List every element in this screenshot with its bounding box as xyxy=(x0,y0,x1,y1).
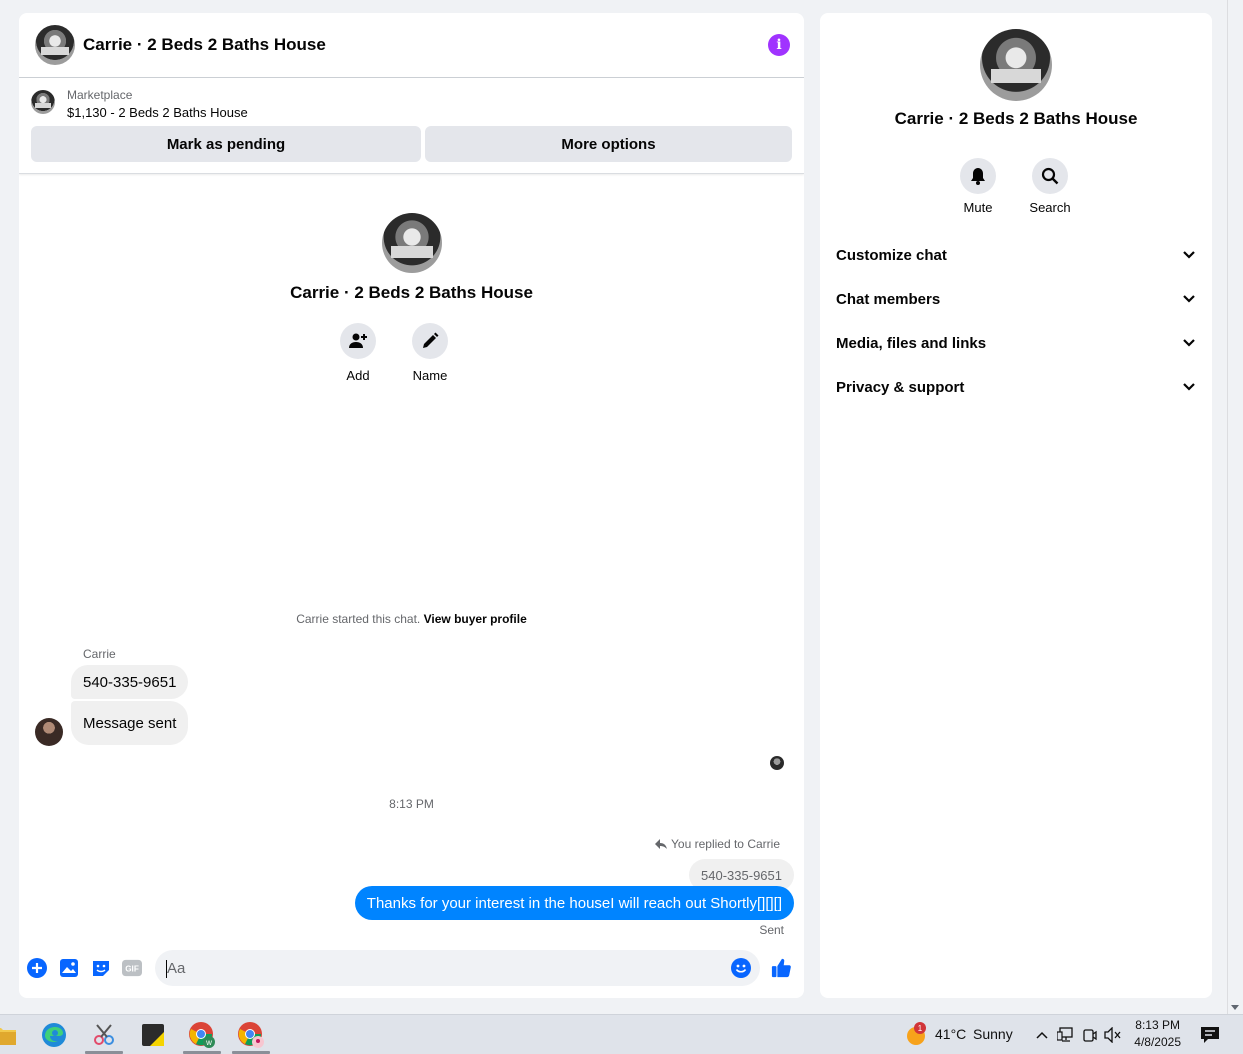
volume-muted-icon[interactable] xyxy=(1099,1021,1127,1049)
listing-source: Marketplace xyxy=(67,88,133,102)
incoming-message[interactable]: Message sent xyxy=(71,701,189,745)
listing-banner: Marketplace $1,130 - 2 Beds 2 Baths Hous… xyxy=(19,78,804,174)
name-action[interactable]: Name xyxy=(412,323,448,383)
add-label: Add xyxy=(346,368,370,383)
chat-header: Carrie · 2 Beds 2 Baths House i xyxy=(19,13,804,78)
menu-chat-members[interactable]: Chat members xyxy=(820,277,1212,321)
search-action[interactable]: Search xyxy=(1029,158,1071,215)
clock-time: 8:13 PM xyxy=(1135,1018,1180,1032)
mark-as-pending-button[interactable]: Mark as pending xyxy=(31,126,421,162)
sticky-notes-icon[interactable] xyxy=(139,1021,167,1049)
intro-avatar xyxy=(381,213,442,273)
chrome-work-profile-icon[interactable]: w xyxy=(188,1021,216,1049)
menu-media-files-links[interactable]: Media, files and links xyxy=(820,321,1212,365)
menu-customize-chat[interactable]: Customize chat xyxy=(820,233,1212,277)
notification-center-icon[interactable] xyxy=(1196,1021,1224,1049)
info-icon[interactable]: i xyxy=(768,34,790,56)
scroll-down-arrow-icon[interactable] xyxy=(1231,1005,1239,1010)
sticker-icon[interactable] xyxy=(91,958,111,978)
chat-intro: Carrie · 2 Beds 2 Baths House Add Name xyxy=(19,213,804,383)
add-people-action[interactable]: Add xyxy=(340,323,376,383)
mute-label: Mute xyxy=(963,200,993,215)
menu-item-label: Chat members xyxy=(836,290,941,308)
page-scrollbar[interactable] xyxy=(1227,0,1243,1014)
pencil-icon[interactable] xyxy=(412,323,448,359)
add-person-icon[interactable] xyxy=(340,323,376,359)
system-clock[interactable]: 8:13 PM 4/8/2025 xyxy=(1134,1017,1181,1051)
chrome-profile-icon[interactable] xyxy=(237,1021,265,1049)
emoji-icon[interactable] xyxy=(731,958,751,978)
photo-icon[interactable] xyxy=(59,958,79,978)
menu-item-label: Media, files and links xyxy=(836,334,987,352)
chat-info-panel: Carrie · 2 Beds 2 Baths House Mute Searc… xyxy=(820,13,1212,998)
mute-action[interactable]: Mute xyxy=(960,158,996,215)
listing-item[interactable]: $1,130 - 2 Beds 2 Baths House xyxy=(67,105,248,120)
listing-thumbnail[interactable] xyxy=(31,90,55,114)
weather-desc[interactable]: Sunny xyxy=(973,1026,1013,1042)
windows-taskbar: w 1 41°C Sunny 8:13 PM 4/8/2025 xyxy=(0,1014,1243,1054)
chevron-down-icon xyxy=(1183,339,1195,347)
incoming-message[interactable]: 540-335-9651 xyxy=(71,665,189,699)
reply-arrow-icon xyxy=(655,839,668,849)
bell-icon[interactable] xyxy=(960,158,996,194)
sent-status: Sent xyxy=(759,923,784,937)
snipping-tool-icon[interactable] xyxy=(90,1021,118,1049)
gif-icon[interactable]: GIF xyxy=(122,958,142,978)
sender-name: Carrie xyxy=(83,647,116,661)
search-icon[interactable] xyxy=(1032,158,1068,194)
weather-badge: 1 xyxy=(914,1022,926,1034)
file-explorer-icon[interactable] xyxy=(0,1021,18,1049)
search-label: Search xyxy=(1029,200,1071,215)
side-avatar[interactable] xyxy=(980,29,1052,101)
chat-title[interactable]: Carrie · 2 Beds 2 Baths House xyxy=(83,35,768,55)
text-caret xyxy=(166,960,167,978)
message-input[interactable] xyxy=(155,950,760,986)
replied-label: You replied to Carrie xyxy=(671,837,780,851)
weather-temp[interactable]: 41°C xyxy=(935,1026,966,1042)
thumbs-up-icon[interactable] xyxy=(771,958,791,978)
name-label: Name xyxy=(412,368,448,383)
intro-name: Carrie · 2 Beds 2 Baths House xyxy=(290,283,533,302)
more-options-button[interactable]: More options xyxy=(425,126,792,162)
side-name: Carrie · 2 Beds 2 Baths House xyxy=(894,109,1138,128)
composer: GIF xyxy=(19,948,804,988)
clock-date: 4/8/2025 xyxy=(1134,1035,1181,1049)
chat-started-notice: Carrie started this chat. View buyer pro… xyxy=(19,612,804,626)
plus-circle-icon[interactable] xyxy=(27,958,47,978)
outgoing-message[interactable]: Thanks for your interest in the houseI w… xyxy=(354,886,794,920)
page: Carrie · 2 Beds 2 Baths House i Marketpl… xyxy=(0,0,1243,1054)
time-separator: 8:13 PM xyxy=(389,797,434,811)
started-text: Carrie started this chat. xyxy=(296,612,421,626)
edge-browser-icon[interactable] xyxy=(40,1021,68,1049)
menu-privacy-support[interactable]: Privacy & support xyxy=(820,365,1212,409)
sender-avatar[interactable] xyxy=(35,718,63,746)
seen-indicator-avatar xyxy=(770,756,784,770)
reply-indicator: You replied to Carrie xyxy=(655,837,780,851)
chat-panel: Carrie · 2 Beds 2 Baths House i Marketpl… xyxy=(19,13,804,998)
side-menu: Customize chat Chat members Media, files… xyxy=(820,233,1212,409)
menu-item-label: Customize chat xyxy=(836,246,947,264)
view-buyer-profile-link[interactable]: View buyer profile xyxy=(424,612,527,626)
svg-text:w: w xyxy=(205,1038,212,1047)
chat-avatar[interactable] xyxy=(35,25,75,65)
chevron-down-icon xyxy=(1183,383,1195,391)
menu-item-label: Privacy & support xyxy=(836,378,965,396)
svg-text:GIF: GIF xyxy=(125,965,139,974)
chevron-down-icon xyxy=(1183,295,1195,303)
chevron-down-icon xyxy=(1183,251,1195,259)
